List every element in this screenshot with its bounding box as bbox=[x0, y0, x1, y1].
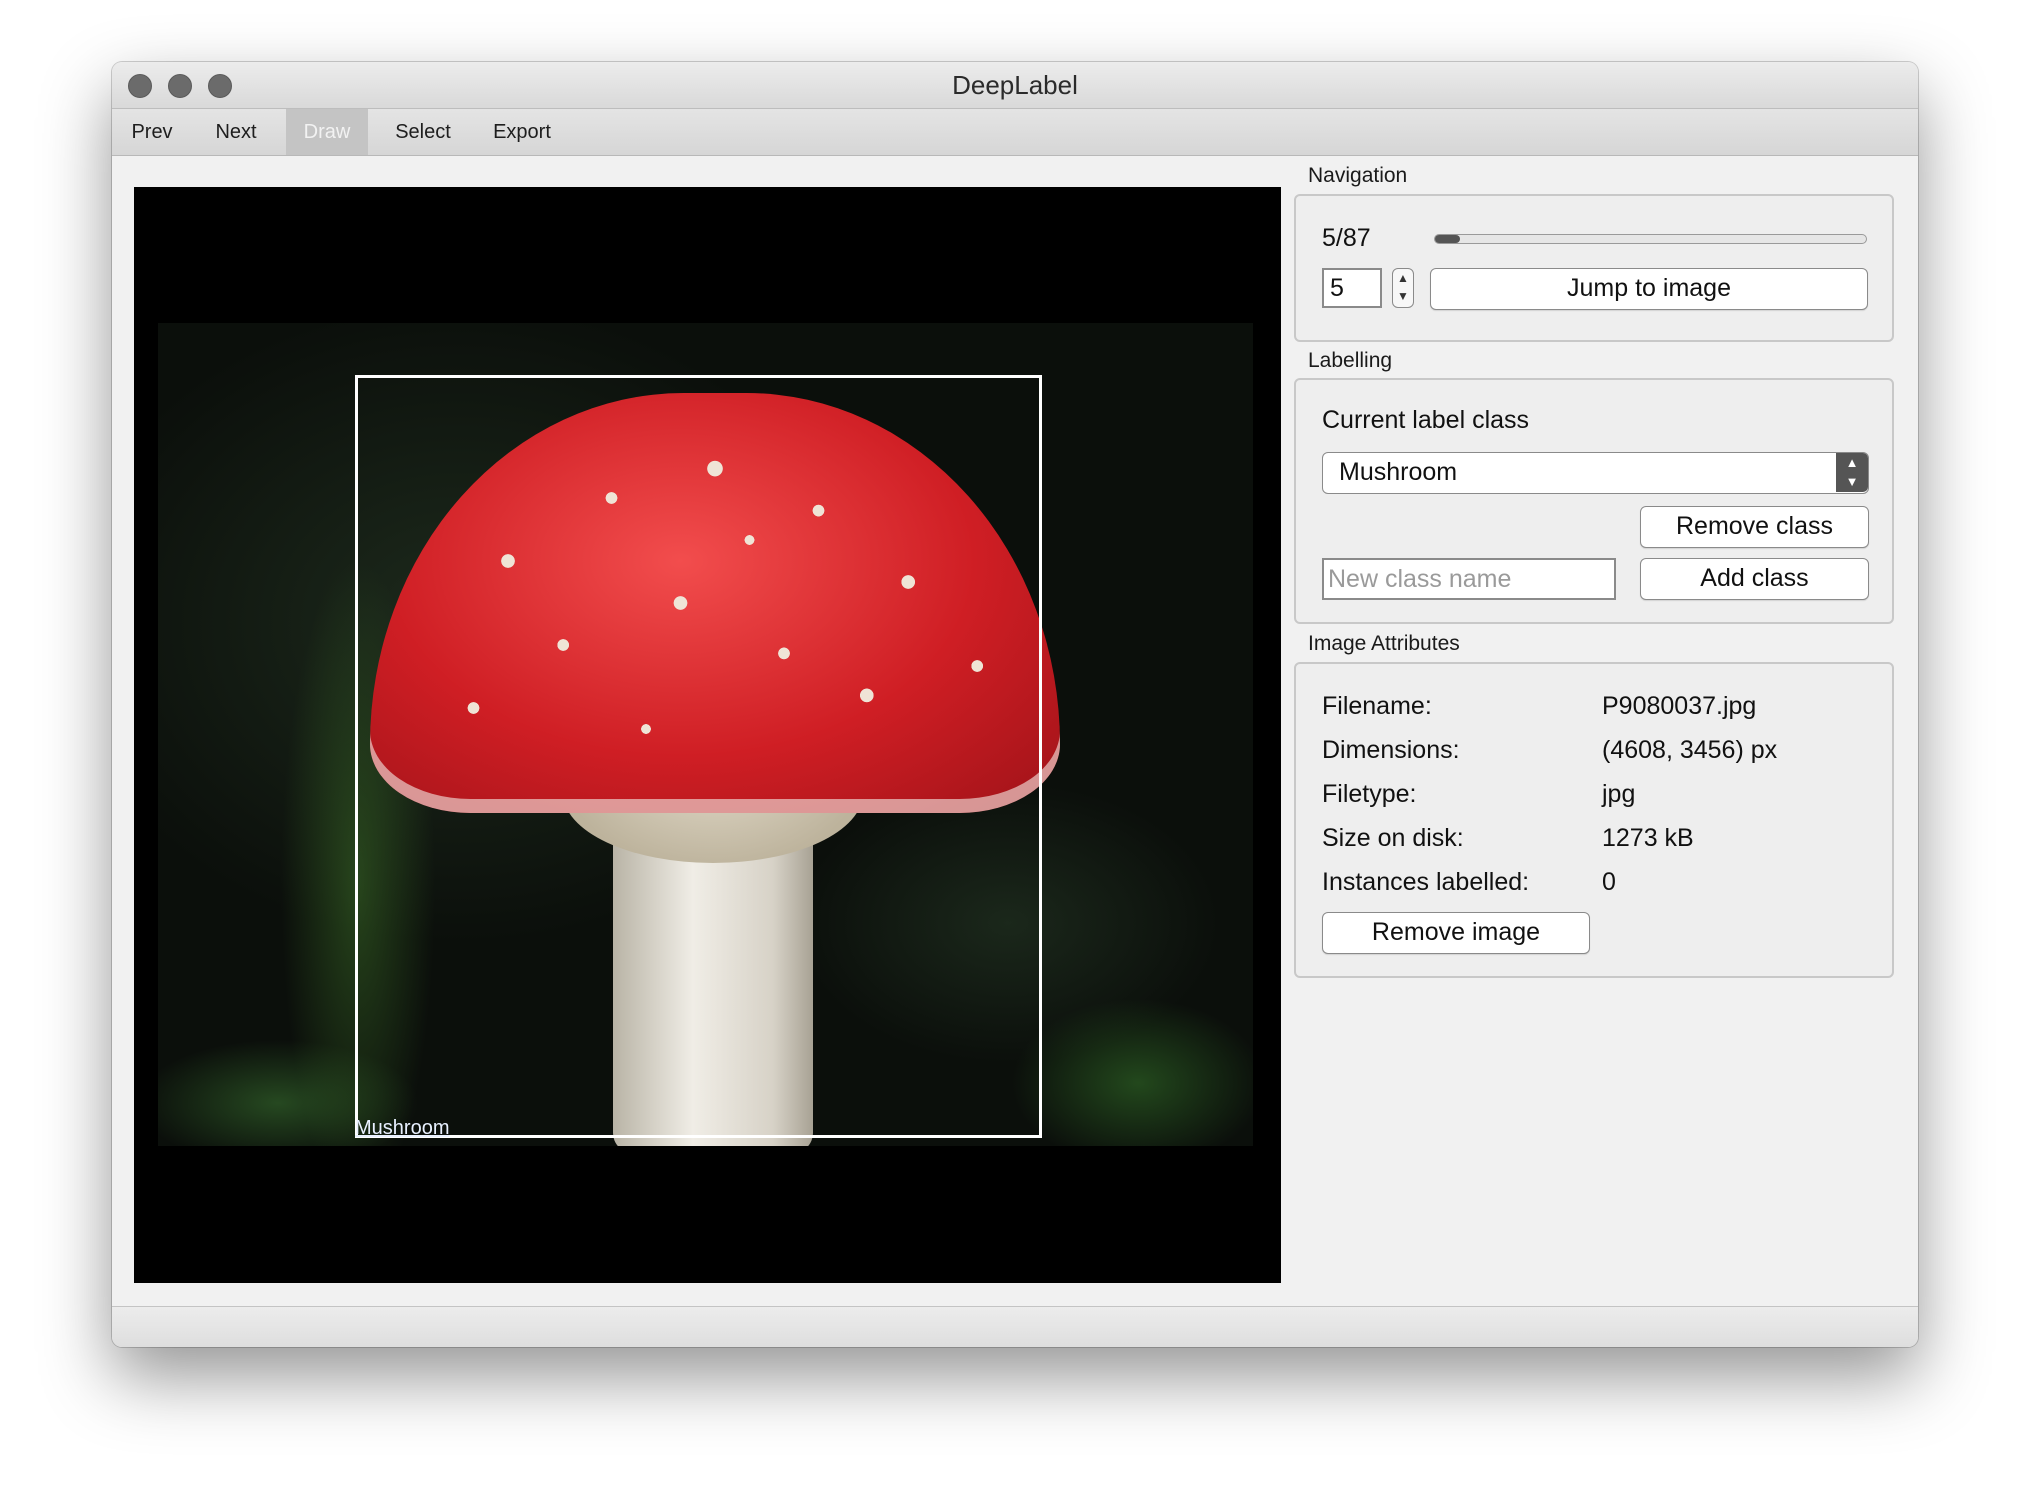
add-class-button[interactable]: Add class bbox=[1640, 558, 1869, 600]
labelling-group: Current label class Mushroom ▲ ▼ Remove c… bbox=[1294, 378, 1894, 624]
window-title: DeepLabel bbox=[952, 70, 1078, 100]
remove-image-button[interactable]: Remove image bbox=[1322, 912, 1590, 954]
filetype-value: jpg bbox=[1602, 780, 1636, 808]
prev-button[interactable]: Prev bbox=[112, 109, 192, 155]
image-attributes-group: Filename: P9080037.jpg Dimensions: (4608… bbox=[1294, 662, 1894, 978]
filetype-label: Filetype: bbox=[1322, 780, 1417, 808]
app-window: DeepLabel Prev Next Draw Select Export M… bbox=[112, 62, 1918, 1347]
image-number-input[interactable]: 5 bbox=[1322, 268, 1382, 308]
label-class-select[interactable]: Mushroom ▲ ▼ bbox=[1322, 452, 1869, 494]
navigation-title: Navigation bbox=[1308, 164, 1408, 187]
updown-arrows-icon[interactable]: ▲ ▼ bbox=[1836, 453, 1868, 492]
status-bar bbox=[112, 1306, 1918, 1347]
bounding-box-label: Mushroom bbox=[355, 1117, 450, 1139]
label-class-value: Mushroom bbox=[1339, 458, 1458, 486]
chevron-down-icon[interactable]: ▼ bbox=[1393, 287, 1413, 305]
new-class-name-input[interactable] bbox=[1322, 558, 1616, 600]
size-on-disk-label: Size on disk: bbox=[1322, 824, 1464, 852]
instances-labelled-value: 0 bbox=[1602, 868, 1616, 896]
filename-value: P9080037.jpg bbox=[1602, 692, 1757, 720]
image-position-text: 5/87 bbox=[1322, 224, 1371, 252]
navigation-group: 5/87 5 ▲ ▼ Jump to image bbox=[1294, 194, 1894, 342]
jump-to-image-button[interactable]: Jump to image bbox=[1430, 268, 1868, 310]
toolbar: Prev Next Draw Select Export bbox=[112, 109, 1918, 156]
size-on-disk-value: 1273 kB bbox=[1602, 824, 1694, 852]
image-slider[interactable] bbox=[1434, 234, 1867, 244]
draw-button[interactable]: Draw bbox=[286, 109, 368, 155]
mushroom-photo: Mushroom bbox=[158, 323, 1253, 1146]
dimensions-label: Dimensions: bbox=[1322, 736, 1460, 764]
filename-label: Filename: bbox=[1322, 692, 1432, 720]
title-bar: DeepLabel bbox=[112, 62, 1918, 109]
next-button[interactable]: Next bbox=[196, 109, 276, 155]
bounding-box[interactable] bbox=[355, 375, 1042, 1138]
select-button[interactable]: Select bbox=[378, 109, 468, 155]
export-button[interactable]: Export bbox=[476, 109, 568, 155]
remove-class-button[interactable]: Remove class bbox=[1640, 506, 1869, 548]
image-slider-fill bbox=[1435, 235, 1460, 243]
dimensions-value: (4608, 3456) px bbox=[1602, 736, 1778, 764]
instances-labelled-label: Instances labelled: bbox=[1322, 868, 1530, 896]
image-attributes-title: Image Attributes bbox=[1308, 632, 1460, 655]
current-label-class-label: Current label class bbox=[1322, 406, 1530, 434]
image-number-stepper[interactable]: ▲ ▼ bbox=[1392, 268, 1414, 308]
image-canvas[interactable]: Mushroom bbox=[134, 187, 1281, 1283]
chevron-up-icon[interactable]: ▲ bbox=[1393, 269, 1413, 287]
labelling-title: Labelling bbox=[1308, 349, 1393, 372]
